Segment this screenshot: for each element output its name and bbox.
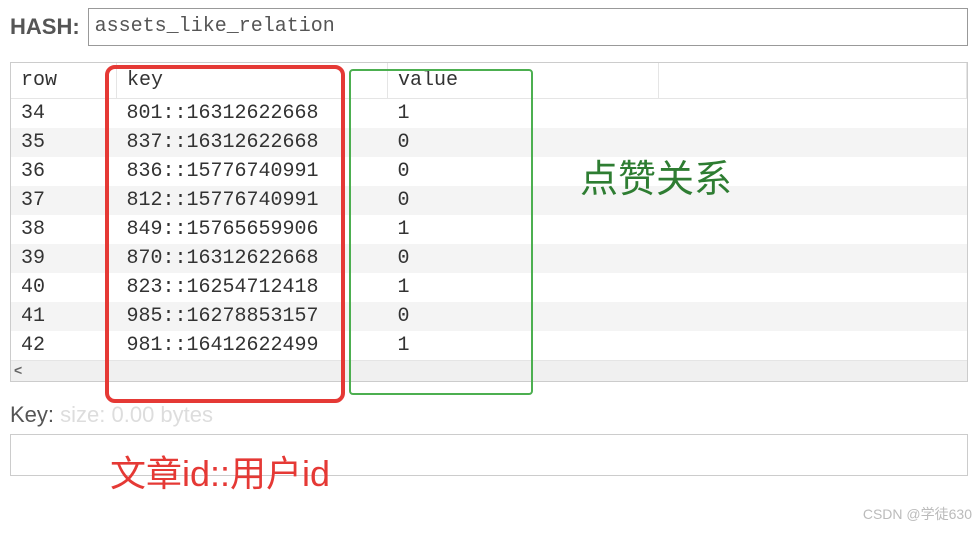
cell-key: 836::15776740991 — [117, 157, 388, 186]
cell-empty — [659, 215, 967, 244]
table-row[interactable]: 36836::157767409910 — [11, 157, 967, 186]
horizontal-scrollbar[interactable]: < — [11, 360, 967, 381]
cell-value: 1 — [388, 273, 659, 302]
cell-key: 985::16278853157 — [117, 302, 388, 331]
cell-value: 0 — [388, 302, 659, 331]
cell-empty — [659, 302, 967, 331]
table-row[interactable]: 42981::164126224991 — [11, 331, 967, 360]
cell-value: 1 — [388, 99, 659, 129]
table-row[interactable]: 34801::163126226681 — [11, 99, 967, 129]
cell-empty — [659, 273, 967, 302]
data-table-container: row key value 34801::16312622668135837::… — [10, 62, 968, 382]
cell-key: 823::16254712418 — [117, 273, 388, 302]
cell-row: 40 — [11, 273, 117, 302]
hash-label: HASH: — [10, 14, 80, 40]
annotation-id-format: 文章id::用户id — [110, 445, 330, 497]
key-size-info: size: 0.00 bytes — [54, 402, 213, 427]
cell-row: 38 — [11, 215, 117, 244]
cell-empty — [659, 99, 967, 129]
watermark: CSDN @学徒630 — [863, 504, 972, 524]
hash-input[interactable] — [88, 8, 968, 46]
cell-row: 41 — [11, 302, 117, 331]
column-header-key[interactable]: key — [117, 63, 388, 99]
column-header-empty — [659, 63, 967, 99]
column-header-row[interactable]: row — [11, 63, 117, 99]
cell-row: 42 — [11, 331, 117, 360]
cell-value: 1 — [388, 331, 659, 360]
cell-row: 37 — [11, 186, 117, 215]
table-row[interactable]: 35837::163126226680 — [11, 128, 967, 157]
table-row[interactable]: 39870::163126226680 — [11, 244, 967, 273]
table-row[interactable]: 41985::162788531570 — [11, 302, 967, 331]
scroll-left-icon[interactable]: < — [14, 363, 30, 379]
cell-empty — [659, 331, 967, 360]
cell-key: 812::15776740991 — [117, 186, 388, 215]
cell-key: 837::16312622668 — [117, 128, 388, 157]
cell-key: 981::16412622499 — [117, 331, 388, 360]
cell-key: 870::16312622668 — [117, 244, 388, 273]
data-table: row key value 34801::16312622668135837::… — [11, 63, 967, 360]
key-label: Key: — [10, 402, 54, 427]
column-header-value[interactable]: value — [388, 63, 659, 99]
table-row[interactable]: 37812::157767409910 — [11, 186, 967, 215]
annotation-like-relation: 点赞关系 — [580, 148, 732, 203]
table-row[interactable]: 40823::162547124181 — [11, 273, 967, 302]
cell-value: 0 — [388, 244, 659, 273]
cell-row: 36 — [11, 157, 117, 186]
cell-key: 849::15765659906 — [117, 215, 388, 244]
cell-row: 34 — [11, 99, 117, 129]
table-row[interactable]: 38849::157656599061 — [11, 215, 967, 244]
cell-row: 39 — [11, 244, 117, 273]
cell-row: 35 — [11, 128, 117, 157]
cell-value: 1 — [388, 215, 659, 244]
cell-empty — [659, 244, 967, 273]
cell-key: 801::16312622668 — [117, 99, 388, 129]
